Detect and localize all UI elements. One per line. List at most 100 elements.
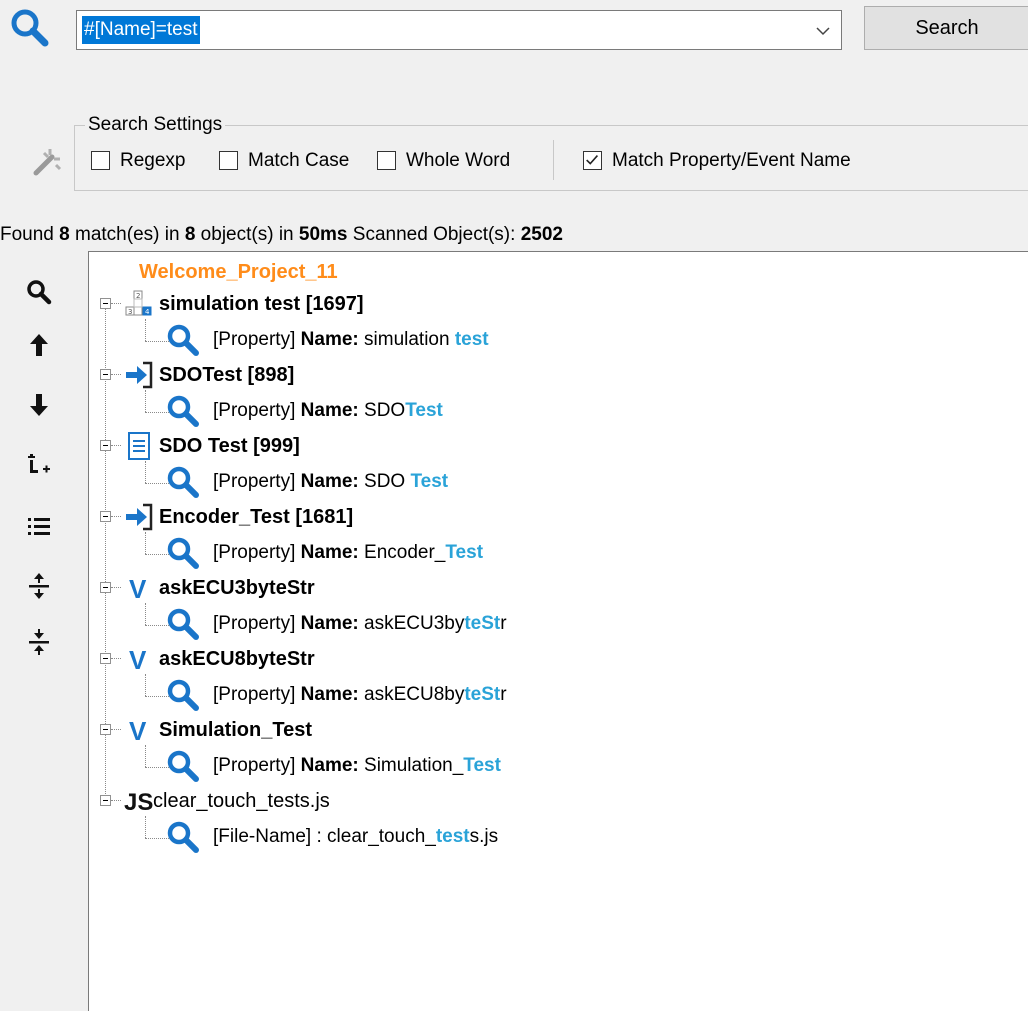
tree-root[interactable]: Welcome_Project_11	[139, 259, 338, 285]
tree-item-label[interactable]: Simulation_Test	[159, 716, 312, 744]
tree-match-text[interactable]: [File-Name] : clear_touch_tests.js	[213, 823, 498, 851]
tree-match-text[interactable]: [Property] Name: simulation test	[213, 326, 489, 354]
tree-match-text[interactable]: [Property] Name: SDO Test	[213, 468, 448, 496]
expand-add-icon[interactable]	[24, 450, 54, 480]
tree-connector	[111, 445, 121, 446]
tree-item-label[interactable]: SDOTest [898]	[159, 361, 294, 389]
object-count: 8	[184, 224, 196, 245]
tree-connector	[145, 390, 146, 412]
match-kind: [Property]	[213, 613, 301, 634]
tree-item-label[interactable]: askECU8byteStr	[159, 645, 315, 673]
tree-connector	[111, 658, 121, 659]
tree-connector	[145, 745, 146, 767]
regexp-checkbox[interactable]: Regexp	[91, 148, 216, 174]
javascript-file-icon: JS	[124, 789, 153, 816]
match-prefix: Simulation_	[364, 755, 464, 776]
tree-match-text[interactable]: [Property] Name: Simulation_Test	[213, 752, 501, 780]
expand-all-icon[interactable]	[24, 571, 54, 601]
tree-item-label[interactable]: Encoder_Test [1681]	[159, 503, 353, 531]
tree-connector	[111, 303, 121, 304]
match-prefix: simulation	[364, 329, 455, 350]
svg-text:4: 4	[145, 308, 150, 316]
magic-wand-icon[interactable]	[30, 145, 64, 177]
search-icon[interactable]	[24, 277, 54, 307]
search-time: 50ms	[298, 224, 348, 245]
match-highlight: test	[454, 329, 489, 350]
tree-expander[interactable]	[100, 582, 111, 593]
match-kind: [Property]	[213, 329, 301, 350]
search-result-icon	[167, 750, 199, 782]
tree-match-text[interactable]: [Property] Name: askECU3byteStr	[213, 610, 507, 638]
tree-expander[interactable]	[100, 724, 111, 735]
match-highlight: test	[435, 826, 470, 847]
scanned-label: Scanned Object(s):	[347, 224, 521, 245]
tree-connector	[111, 587, 121, 588]
document-icon	[128, 432, 150, 460]
settings-separator	[553, 140, 554, 180]
search-input[interactable]: #[Name]=test	[76, 10, 842, 50]
tree-connector	[111, 729, 121, 730]
match-field: Name:	[300, 471, 359, 492]
match-highlight: teSt	[464, 613, 501, 634]
svg-text:3: 3	[128, 308, 132, 316]
search-result-icon	[167, 324, 199, 356]
regexp-checkbox-box[interactable]	[91, 151, 110, 170]
collapse-all-icon[interactable]	[24, 627, 54, 657]
tree-connector	[145, 319, 146, 341]
match-property-checkbox-box[interactable]	[583, 151, 602, 170]
tree-expander[interactable]	[100, 511, 111, 522]
match-property-checkbox[interactable]: Match Property/Event Name	[583, 148, 903, 174]
tree-item-label[interactable]: askECU3byteStr	[159, 574, 315, 602]
list-icon[interactable]	[24, 511, 54, 541]
results-tree[interactable]: Welcome_Project_11 2 3 4 simulation test [1…	[88, 251, 1028, 1011]
arrow-up-icon[interactable]	[24, 330, 54, 360]
tree-connector	[111, 800, 121, 801]
match-suffix: s.js	[469, 826, 499, 847]
search-button[interactable]: Search	[864, 6, 1028, 50]
tree-expander[interactable]	[100, 440, 111, 451]
match-case-checkbox[interactable]: Match Case	[219, 148, 374, 174]
tree-expander[interactable]	[100, 653, 111, 664]
search-settings-group: Search Settings Regexp Match Case Whole …	[74, 113, 1028, 191]
tree-match-text[interactable]: [Property] Name: askECU8byteStr	[213, 681, 507, 709]
match-highlight: Test	[445, 542, 484, 563]
tree-connector	[145, 674, 146, 696]
chevron-down-icon[interactable]	[815, 24, 831, 38]
search-result-icon	[167, 466, 199, 498]
tree-expander[interactable]	[100, 795, 111, 806]
grid-icon: 23 4	[125, 290, 152, 316]
match-field: Name:	[300, 755, 359, 776]
search-button-label: Search	[915, 17, 979, 39]
match-prefix: SDO	[364, 400, 406, 421]
match-kind: [Property]	[213, 400, 301, 421]
match-property-label: Match Property/Event Name	[612, 150, 851, 171]
svg-text:V: V	[129, 574, 147, 603]
tree-expander[interactable]	[100, 369, 111, 380]
match-case-checkbox-box[interactable]	[219, 151, 238, 170]
search-result-icon	[167, 679, 199, 711]
tree-expander[interactable]	[100, 298, 111, 309]
match-prefix: clear_touch_	[327, 826, 436, 847]
whole-word-checkbox[interactable]: Whole Word	[377, 148, 537, 174]
search-query[interactable]: #[Name]=test	[82, 16, 200, 44]
search-result-icon	[167, 395, 199, 427]
match-count: 8	[59, 224, 70, 245]
svg-text:JS: JS	[124, 789, 153, 816]
arrow-down-icon[interactable]	[24, 390, 54, 420]
tree-item-label[interactable]: SDO Test [999]	[159, 432, 300, 460]
tree-connector	[145, 532, 146, 554]
search-settings-legend: Search Settings	[85, 113, 226, 137]
checkmark-icon	[586, 155, 599, 165]
match-prefix: askECU3by	[364, 613, 465, 634]
tree-item-label[interactable]: simulation test [1697]	[159, 290, 364, 318]
regexp-label: Regexp	[120, 150, 186, 171]
match-prefix: Encoder_	[364, 542, 446, 563]
tree-item-label[interactable]: clear_touch_tests.js	[153, 787, 330, 815]
match-field: Name:	[300, 613, 359, 634]
whole-word-label: Whole Word	[406, 150, 511, 171]
whole-word-checkbox-box[interactable]	[377, 151, 396, 170]
match-kind: [Property]	[213, 471, 301, 492]
tree-match-text[interactable]: [Property] Name: SDOTest	[213, 397, 443, 425]
match-highlight: Test	[405, 400, 443, 421]
tree-match-text[interactable]: [Property] Name: Encoder_Test	[213, 539, 483, 567]
